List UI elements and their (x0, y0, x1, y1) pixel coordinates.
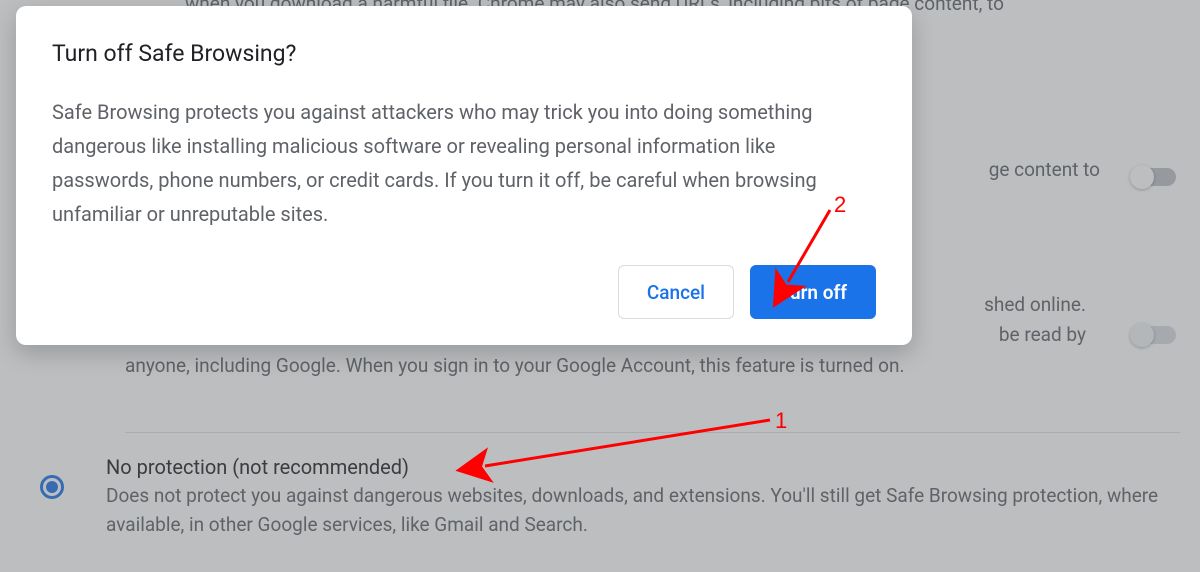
annotation-label-2: 2 (834, 192, 846, 218)
annotation-label-1: 1 (775, 408, 787, 434)
dialog-body: Safe Browsing protects you against attac… (52, 95, 876, 231)
confirm-dialog: Turn off Safe Browsing? Safe Browsing pr… (16, 6, 912, 345)
dialog-title: Turn off Safe Browsing? (52, 40, 876, 67)
turn-off-button[interactable]: Turn off (750, 265, 876, 319)
dialog-actions: Cancel Turn off (52, 265, 876, 319)
cancel-button[interactable]: Cancel (618, 265, 734, 319)
